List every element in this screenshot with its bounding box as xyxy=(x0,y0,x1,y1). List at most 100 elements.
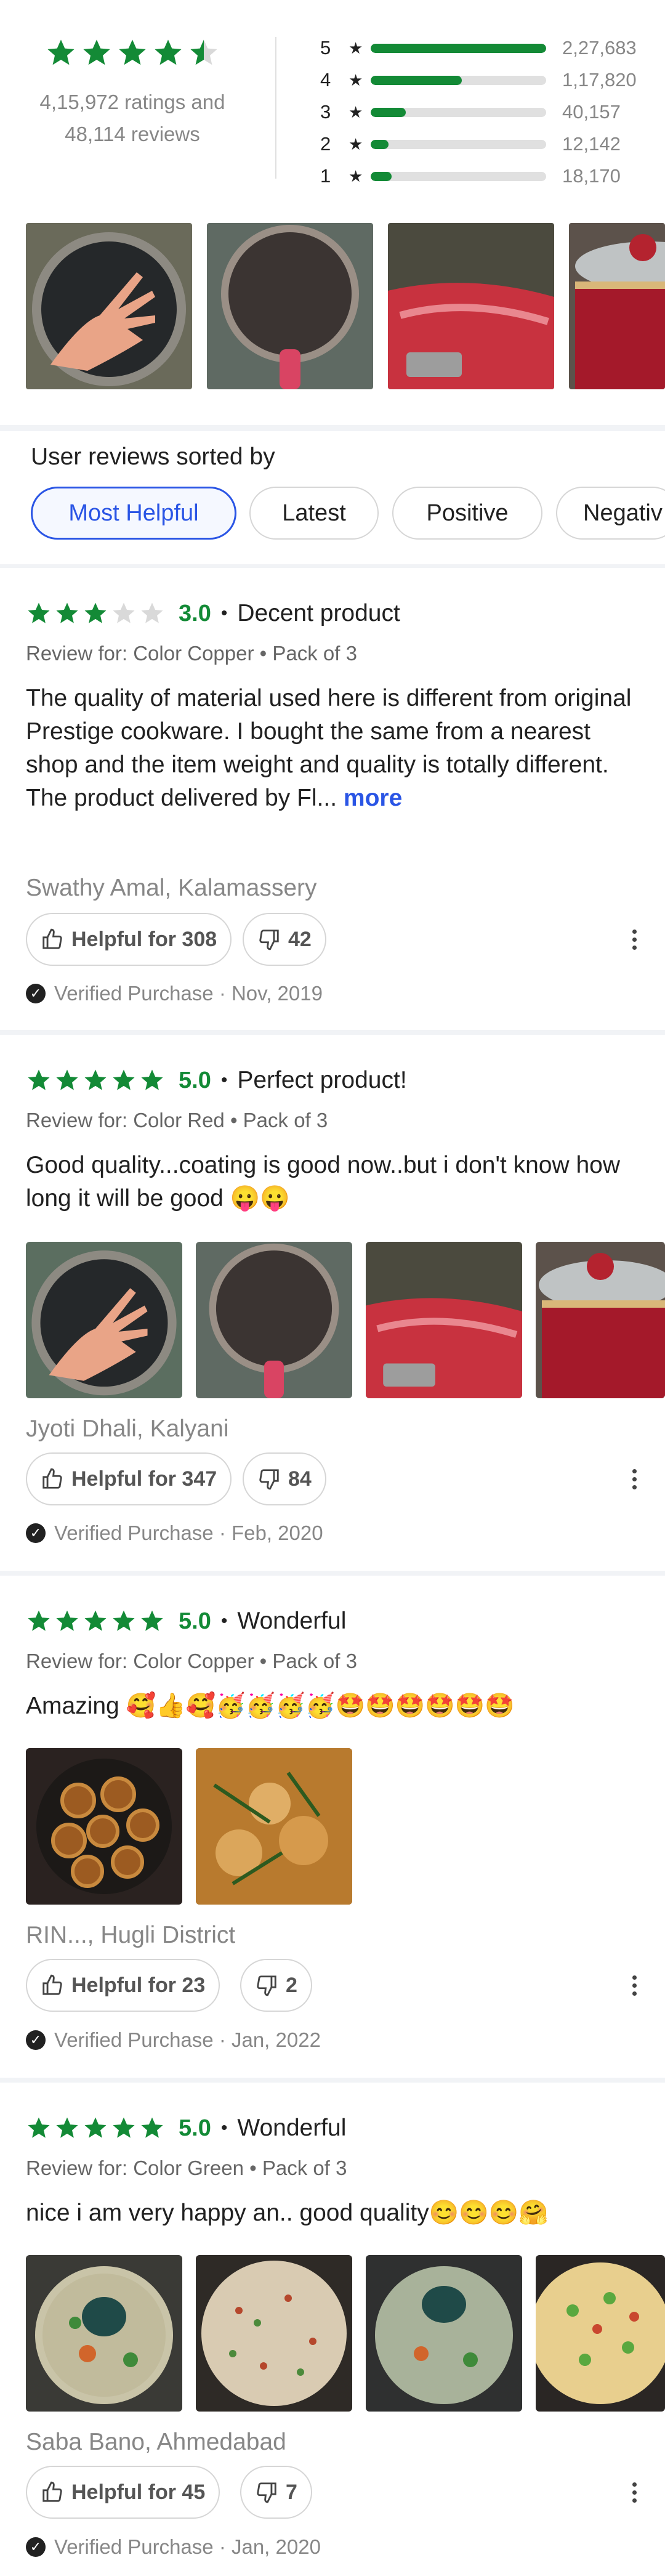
review-photo-red-pot[interactable] xyxy=(536,1242,665,1398)
average-stars xyxy=(0,37,265,69)
sort-chip-negative[interactable]: Negativ xyxy=(556,487,665,540)
verified-text: Verified Purchase · Nov, 2019 xyxy=(54,982,323,1005)
rating-bar-fill xyxy=(371,107,406,117)
review-text: Amazing 🥰👍🥰🥳🥳🥳🥳🤩🤩🤩🤩🤩🤩 xyxy=(26,1693,515,1719)
more-options-icon[interactable] xyxy=(628,921,640,958)
review-photo-tawa[interactable] xyxy=(196,1242,352,1398)
rating-bar-track xyxy=(371,107,546,117)
product-photo-hand-pan[interactable] xyxy=(26,223,192,389)
dislike-button[interactable]: 42 xyxy=(243,913,326,966)
sort-chip-most-helpful[interactable]: Most Helpful xyxy=(31,487,236,540)
star-filled-icon xyxy=(141,1069,163,1090)
thumbs-down-icon xyxy=(259,930,279,950)
star-filled-icon xyxy=(28,2117,50,2138)
review-stars xyxy=(26,2115,165,2141)
rating-bar-track xyxy=(371,43,546,53)
star-filled-icon xyxy=(56,1610,78,1631)
helpful-button[interactable]: Helpful for 23 xyxy=(26,1959,220,2012)
thumbs-down-icon xyxy=(259,1469,279,1490)
review-photo-pasta[interactable] xyxy=(536,2255,665,2412)
rating-bar-row: 5 ★ 2,27,683 xyxy=(320,32,653,64)
product-photo-red-pan[interactable] xyxy=(388,223,554,389)
check-icon: ✓ xyxy=(26,984,46,1003)
review-photo-rice[interactable] xyxy=(196,2255,352,2412)
review-stars xyxy=(26,1608,165,1634)
small-star-icon: ★ xyxy=(349,134,363,153)
helpful-button[interactable]: Helpful for 45 xyxy=(26,2466,220,2519)
dislike-button[interactable]: 84 xyxy=(243,1452,326,1505)
bar-star-label: 4 xyxy=(320,69,331,91)
review-text: Good quality...coating is good now..but … xyxy=(26,1152,621,1212)
helpful-button[interactable]: Helpful for 308 xyxy=(26,913,232,966)
star-filled-icon xyxy=(84,602,107,623)
star-icon xyxy=(47,39,75,65)
more-options-icon[interactable] xyxy=(628,1967,640,2004)
dislike-count: 42 xyxy=(288,927,312,951)
star-filled-icon xyxy=(113,2117,135,2138)
dislike-button[interactable]: 7 xyxy=(240,2466,312,2519)
dislike-count: 7 xyxy=(286,2480,297,2504)
sort-chip-latest[interactable]: Latest xyxy=(249,487,379,540)
verified-purchase: ✓ Verified Purchase · Jan, 2022 xyxy=(26,2028,321,2052)
review-photo-hand-pan[interactable] xyxy=(26,1242,182,1398)
bar-count: 40,157 xyxy=(562,101,621,123)
review-photo-food-1[interactable] xyxy=(26,1748,182,1905)
rating-bar-fill xyxy=(371,75,462,85)
check-icon: ✓ xyxy=(26,2030,46,2050)
helpful-count: Helpful for 347 xyxy=(71,1467,217,1491)
bar-count: 2,27,683 xyxy=(562,37,637,59)
review-stars xyxy=(26,1067,165,1093)
star-empty-icon xyxy=(113,602,135,623)
product-photo-tawa[interactable] xyxy=(207,223,373,389)
review-card: 5.0 • Wonderful Review for: Color Green … xyxy=(0,2083,665,2576)
review-photo-food-2[interactable] xyxy=(196,1748,352,1905)
more-options-icon[interactable] xyxy=(628,1460,640,1497)
bar-count: 1,17,820 xyxy=(562,69,637,91)
star-filled-icon xyxy=(141,2117,163,2138)
review-author: RIN..., Hugli District xyxy=(26,1922,236,1948)
thumbs-up-icon xyxy=(42,928,62,949)
bar-star-label: 1 xyxy=(320,165,331,187)
thumbs-down-icon xyxy=(257,1975,276,1996)
bar-count: 12,142 xyxy=(562,133,621,155)
review-photo-red-pan[interactable] xyxy=(366,1242,522,1398)
reviews-count: 48,114 reviews xyxy=(65,123,200,145)
review-photo-lid-pot-2[interactable] xyxy=(366,2255,522,2412)
star-filled-icon xyxy=(28,1610,50,1631)
bar-count: 18,170 xyxy=(562,165,621,187)
star-icon xyxy=(155,39,182,65)
review-author: Jyoti Dhali, Kalyani xyxy=(26,1416,229,1442)
star-filled-icon xyxy=(56,602,78,623)
star-filled-icon xyxy=(113,1610,135,1631)
more-options-icon[interactable] xyxy=(628,2474,640,2511)
review-title: Perfect product! xyxy=(237,1067,407,1093)
dislike-button[interactable]: 2 xyxy=(240,1959,312,2012)
star-filled-icon xyxy=(84,1069,107,1090)
verified-text: Verified Purchase · Jan, 2020 xyxy=(54,2535,321,2558)
review-variant: Review for: Color Copper • Pack of 3 xyxy=(26,1650,357,1672)
read-more-link[interactable]: more xyxy=(344,785,402,811)
review-rating: 5.0 xyxy=(179,2115,211,2141)
verified-purchase: ✓ Verified Purchase · Feb, 2020 xyxy=(26,1521,323,1545)
star-filled-icon xyxy=(56,2117,78,2138)
rating-bar-row: 1 ★ 18,170 xyxy=(320,160,653,192)
product-photo-red-pot[interactable] xyxy=(569,223,665,389)
rating-bar-fill xyxy=(371,171,392,181)
sort-chip-positive[interactable]: Positive xyxy=(392,487,542,540)
review-photo-lid-pot[interactable] xyxy=(26,2255,182,2412)
helpful-button[interactable]: Helpful for 347 xyxy=(26,1452,232,1505)
thumbs-up-icon xyxy=(42,2481,62,2502)
rating-bar-row: 2 ★ 12,142 xyxy=(320,128,653,160)
separator-dot: • xyxy=(220,603,228,623)
check-icon: ✓ xyxy=(26,2537,46,2557)
separator-dot: • xyxy=(220,2118,228,2138)
small-star-icon: ★ xyxy=(349,38,363,57)
review-card: 5.0 • Perfect product! Review for: Color… xyxy=(0,1035,665,1571)
review-title: Decent product xyxy=(237,600,400,626)
helpful-count: Helpful for 23 xyxy=(71,1973,206,1997)
thumbs-up-icon xyxy=(42,1974,62,1995)
thumbs-up-icon xyxy=(42,1468,62,1489)
review-variant: Review for: Color Green • Pack of 3 xyxy=(26,2157,347,2179)
verified-text: Verified Purchase · Feb, 2020 xyxy=(54,1521,323,1544)
review-card: 5.0 • Wonderful Review for: Color Copper… xyxy=(0,1576,665,2078)
